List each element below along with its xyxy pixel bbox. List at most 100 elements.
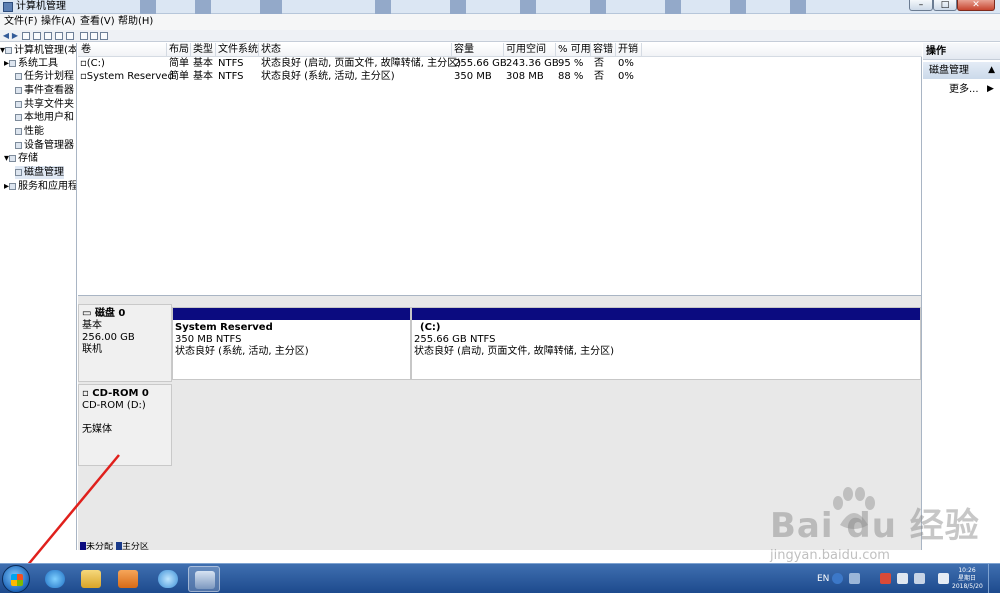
title-bar: 计算机管理 – □ ✕ [0,0,1000,14]
check-icon[interactable] [90,32,98,40]
start-button[interactable] [2,565,30,593]
background-thumbnails [120,0,840,14]
volume-status: 状态良好 (启动, 页面文件, 故障转储, 主分区) [261,58,462,69]
tree-item-services-apps[interactable]: ▸ 服务和应用程 [4,180,76,193]
tree-item-shared-folders[interactable]: 共享文件夹 [15,98,74,111]
disk-legend: 未分配 主分区 [80,542,200,551]
disk-0-label[interactable]: ▭ 磁盘 0 基本 256.00 GB 联机 [78,304,172,382]
volume-row[interactable]: ▫System Reserved 简单 基本 NTFS 状态良好 (系统, 活动… [78,70,922,83]
device-icon[interactable] [914,573,925,584]
chevron-right-icon: ▶ [987,84,994,94]
watermark-url: jingyan.baidu.com [770,548,890,563]
tree-item-performance[interactable]: 性能 [15,125,44,138]
partition-status: 状态良好 (系统, 活动, 主分区) [175,346,309,357]
taskbar-app-ie[interactable] [39,566,71,592]
column-header-status[interactable]: 状态 [261,44,281,56]
partition-system-reserved[interactable]: System Reserved 350 MB NTFS 状态良好 (系统, 活动… [172,307,411,380]
volume-capacity: 255.66 GB [454,58,507,69]
properties-icon[interactable] [44,32,52,40]
menu-view[interactable]: 查看(V) [80,16,115,28]
computer-icon [5,47,13,54]
volume-list-header: 卷 布局 类型 文件系统 状态 容量 可用空间 % 可用 容错 开销 [78,43,922,57]
help-icon[interactable] [55,32,63,40]
back-icon[interactable]: ◀ [2,32,10,40]
column-header-overhead[interactable]: 开销 [618,44,638,56]
view-icon[interactable] [100,32,108,40]
clock-icon [15,73,22,80]
volume-name: ▫(C:) [80,58,105,69]
partition-bar [412,308,920,320]
tree-item-disk-management[interactable]: 磁盘管理 [15,166,64,179]
column-header-percent-free[interactable]: % 可用 [558,44,591,56]
disk-settings-icon[interactable] [80,32,88,40]
tree-item-device-manager[interactable]: 设备管理器 [15,139,74,152]
disk-icon: ▭ [82,308,95,319]
partition-size-fs: 350 MB NTFS [175,334,242,345]
event-viewer-icon [15,87,22,94]
volume-row[interactable]: ▫(C:) 简单 基本 NTFS 状态良好 (启动, 页面文件, 故障转储, 主… [78,57,922,70]
volume-layout: 简单 [169,71,189,82]
tree-item-local-users[interactable]: 本地用户和 [15,111,74,124]
actions-title: 操作 [923,43,1000,60]
actions-more[interactable]: 更多... ▶ [949,83,994,96]
column-header-layout[interactable]: 布局 [169,44,189,56]
action-center-icon[interactable] [880,573,891,584]
chevron-up-icon[interactable]: ▲ [988,62,995,79]
menu-action[interactable]: 操作(A) [41,16,76,28]
taskbar-app-messenger[interactable] [152,566,184,592]
column-header-capacity[interactable]: 容量 [454,44,474,56]
taskbar: EN 10:26 星期日 2018/5/20 [0,563,1000,593]
taskbar-app-explorer[interactable] [75,566,107,592]
language-indicator[interactable]: EN [817,564,829,593]
legend-unallocated: 未分配 [86,542,114,552]
tree-item-system-tools[interactable]: ▸ 系统工具 [4,57,58,70]
console-icon[interactable] [66,32,74,40]
network-icon[interactable] [897,573,908,584]
disk-map: ▭ 磁盘 0 基本 256.00 GB 联机 System Reserved 3… [78,295,922,551]
up-level-icon[interactable] [22,32,30,40]
actions-section-disk-management[interactable]: 磁盘管理 ▲ [923,62,1000,79]
keyboard-icon[interactable] [849,573,860,584]
volume-overhead: 0% [618,71,634,82]
taskbar-app-media[interactable] [112,566,144,592]
show-desktop-button[interactable] [988,564,1000,593]
column-header-type[interactable]: 类型 [193,44,213,56]
volume-percent-free: 95 % [558,58,584,69]
taskbar-app-computer-management[interactable] [188,566,220,592]
tree-item-storage[interactable]: ▾ 存储 [4,152,38,165]
show-hide-tree-icon[interactable] [33,32,41,40]
menu-help[interactable]: 帮助(H) [118,16,153,28]
clock[interactable]: 10:26 星期日 2018/5/20 [952,567,983,591]
folder-icon [81,570,101,588]
volume-icon[interactable] [938,573,949,584]
volume-percent-free: 88 % [558,71,584,82]
volume-capacity: 350 MB [454,71,492,82]
disk-management-icon [15,169,22,176]
navigation-tree: ▾计算机管理(本地 ▸系统工具 任务计划程 事件查看器 共享文件夹 本地用户和 … [0,43,77,550]
column-header-filesystem[interactable]: 文件系统 [218,44,258,56]
partition-status: 状态良好 (启动, 页面文件, 故障转储, 主分区) [414,346,615,357]
volume-overhead: 0% [618,58,634,69]
cdrom-state: 无媒体 [82,424,112,435]
menu-file[interactable]: 文件(F) [4,16,38,28]
volume-status: 状态良好 (系统, 活动, 主分区) [261,71,395,82]
partition-c[interactable]: (C:) 255.66 GB NTFS 状态良好 (启动, 页面文件, 故障转储… [411,307,921,380]
close-button[interactable]: ✕ [957,0,995,11]
help-icon[interactable] [832,573,843,584]
media-player-icon [118,570,138,588]
maximize-button[interactable]: □ [933,0,957,11]
tree-item-task-scheduler[interactable]: 任务计划程 [15,70,74,83]
performance-icon [15,128,22,135]
cdrom-name: ▫ CD-ROM 0 [82,388,149,399]
tree-item-event-viewer[interactable]: 事件查看器 [15,84,74,97]
cdrom-0-label[interactable]: ▫ CD-ROM 0 CD-ROM (D:) 无媒体 [78,384,172,466]
minimize-button[interactable]: – [909,0,933,11]
column-header-fault-tolerance[interactable]: 容错 [593,44,613,56]
volume-fault-tolerance: 否 [594,71,604,82]
tree-item-computer-management[interactable]: ▾计算机管理(本地 [0,44,76,57]
column-header-free-space[interactable]: 可用空间 [506,44,546,56]
volume-type: 基本 [193,71,213,82]
column-header-volume[interactable]: 卷 [81,44,91,56]
volume-free-space: 308 MB [506,71,544,82]
forward-icon[interactable]: ▶ [11,32,19,40]
